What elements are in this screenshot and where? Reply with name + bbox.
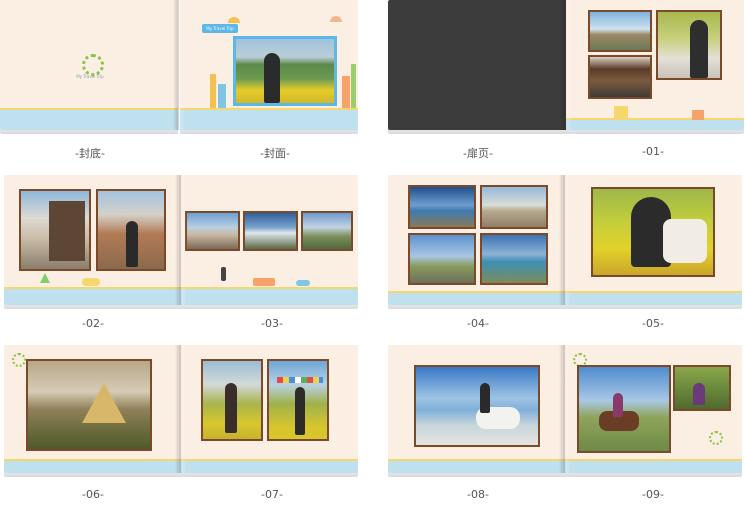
spread-06-07[interactable] xyxy=(4,345,358,473)
label-p05: -05- xyxy=(642,317,664,330)
photo-09-a[interactable] xyxy=(577,365,671,453)
stupa-shape xyxy=(82,383,126,423)
sun-logo-icon xyxy=(82,54,104,76)
photo-05-main[interactable] xyxy=(591,187,715,277)
photo-06-main[interactable] xyxy=(26,359,152,451)
photo-04-d[interactable] xyxy=(480,233,548,285)
front-cover-page: My Travel Trip xyxy=(180,0,358,130)
photo-02-b[interactable] xyxy=(96,189,166,271)
page-09 xyxy=(565,345,742,473)
photo-08-main[interactable] xyxy=(414,365,540,447)
cloud-icon xyxy=(330,16,342,22)
sun-icon xyxy=(12,353,26,367)
spine-08-09 xyxy=(559,345,571,473)
title-page xyxy=(388,0,566,130)
person-silhouette xyxy=(264,53,280,103)
label-front-cover: -封面- xyxy=(260,147,290,160)
bus-icon xyxy=(253,278,275,286)
person-silhouette xyxy=(295,387,305,435)
page-05-stripe xyxy=(565,291,742,305)
page-08 xyxy=(388,345,565,473)
person-silhouette xyxy=(690,20,708,78)
spine-04-05 xyxy=(559,175,571,305)
person-silhouette xyxy=(613,393,623,417)
photo-03-b[interactable] xyxy=(243,211,298,251)
page-03-stripe xyxy=(181,287,358,305)
page-04-stripe xyxy=(388,291,565,305)
car-icon xyxy=(82,278,100,286)
photo-02-a[interactable] xyxy=(19,189,91,271)
photo-04-a[interactable] xyxy=(408,185,476,229)
label-p02: -02- xyxy=(82,317,104,330)
page-02-stripe xyxy=(4,287,181,305)
cloud-icon xyxy=(228,17,240,23)
spread-04-05[interactable] xyxy=(388,175,742,305)
photo-09-b[interactable] xyxy=(673,365,731,411)
back-cover-page: My Travel Trip xyxy=(0,0,178,130)
photo-04-b[interactable] xyxy=(480,185,548,229)
shirt-shape xyxy=(663,219,707,263)
photo-01-c[interactable] xyxy=(588,55,652,99)
page-07 xyxy=(181,345,358,473)
cover-photo[interactable] xyxy=(233,36,337,106)
label-p04: -04- xyxy=(467,317,489,330)
label-p09: -09- xyxy=(642,488,664,501)
back-cover-caption: My Travel Trip xyxy=(76,74,104,79)
photo-04-c[interactable] xyxy=(408,233,476,285)
back-cover-stripe xyxy=(0,108,178,130)
photo-01-a[interactable] xyxy=(588,10,652,52)
page-02 xyxy=(4,175,181,305)
spine-06-07 xyxy=(175,345,187,473)
photo-03-c[interactable] xyxy=(301,211,353,251)
page-09-stripe xyxy=(565,459,742,473)
front-cover-stripe xyxy=(180,108,358,130)
traffic-light-icon xyxy=(221,267,226,281)
building-icon xyxy=(614,106,628,120)
title-spine xyxy=(560,0,572,130)
page-06-stripe xyxy=(4,459,181,473)
page-03 xyxy=(181,175,358,305)
page-01 xyxy=(566,0,744,130)
label-p07: -07- xyxy=(261,488,283,501)
label-p06: -06- xyxy=(82,488,104,501)
person-silhouette xyxy=(693,383,705,405)
person-silhouette xyxy=(225,383,237,433)
label-back-cover: -封底- xyxy=(75,147,105,160)
tree-icon xyxy=(40,273,50,283)
photo-03-a[interactable] xyxy=(185,211,240,251)
cover-title-ribbon: My Travel Trip xyxy=(202,24,238,33)
spread-08-09[interactable] xyxy=(388,345,742,473)
spread-02-03[interactable] xyxy=(4,175,358,305)
page-05 xyxy=(565,175,742,305)
car-icon xyxy=(296,280,310,286)
page-06 xyxy=(4,345,181,473)
building-shape xyxy=(49,201,85,261)
spine-02-03 xyxy=(175,175,187,305)
photo-07-a[interactable] xyxy=(201,359,263,441)
spread-title-01[interactable] xyxy=(388,0,744,130)
building-icon xyxy=(351,64,356,114)
page-08-stripe xyxy=(388,459,565,473)
page-04 xyxy=(388,175,565,305)
label-title-page: -扉页- xyxy=(463,147,493,160)
spread-cover[interactable]: My Travel Trip My Travel Trip xyxy=(0,0,358,130)
prayer-flags-shape xyxy=(277,377,323,383)
photo-07-b[interactable] xyxy=(267,359,329,441)
cover-spine xyxy=(173,0,185,130)
sun-icon xyxy=(709,431,723,445)
building-icon xyxy=(692,110,704,120)
photo-01-b[interactable] xyxy=(656,10,722,80)
page-07-stripe xyxy=(181,459,358,473)
person-silhouette xyxy=(126,221,138,267)
label-p08: -08- xyxy=(467,488,489,501)
label-p01: -01- xyxy=(642,145,664,158)
page-01-stripe xyxy=(566,118,744,130)
label-p03: -03- xyxy=(261,317,283,330)
person-silhouette xyxy=(480,383,490,413)
